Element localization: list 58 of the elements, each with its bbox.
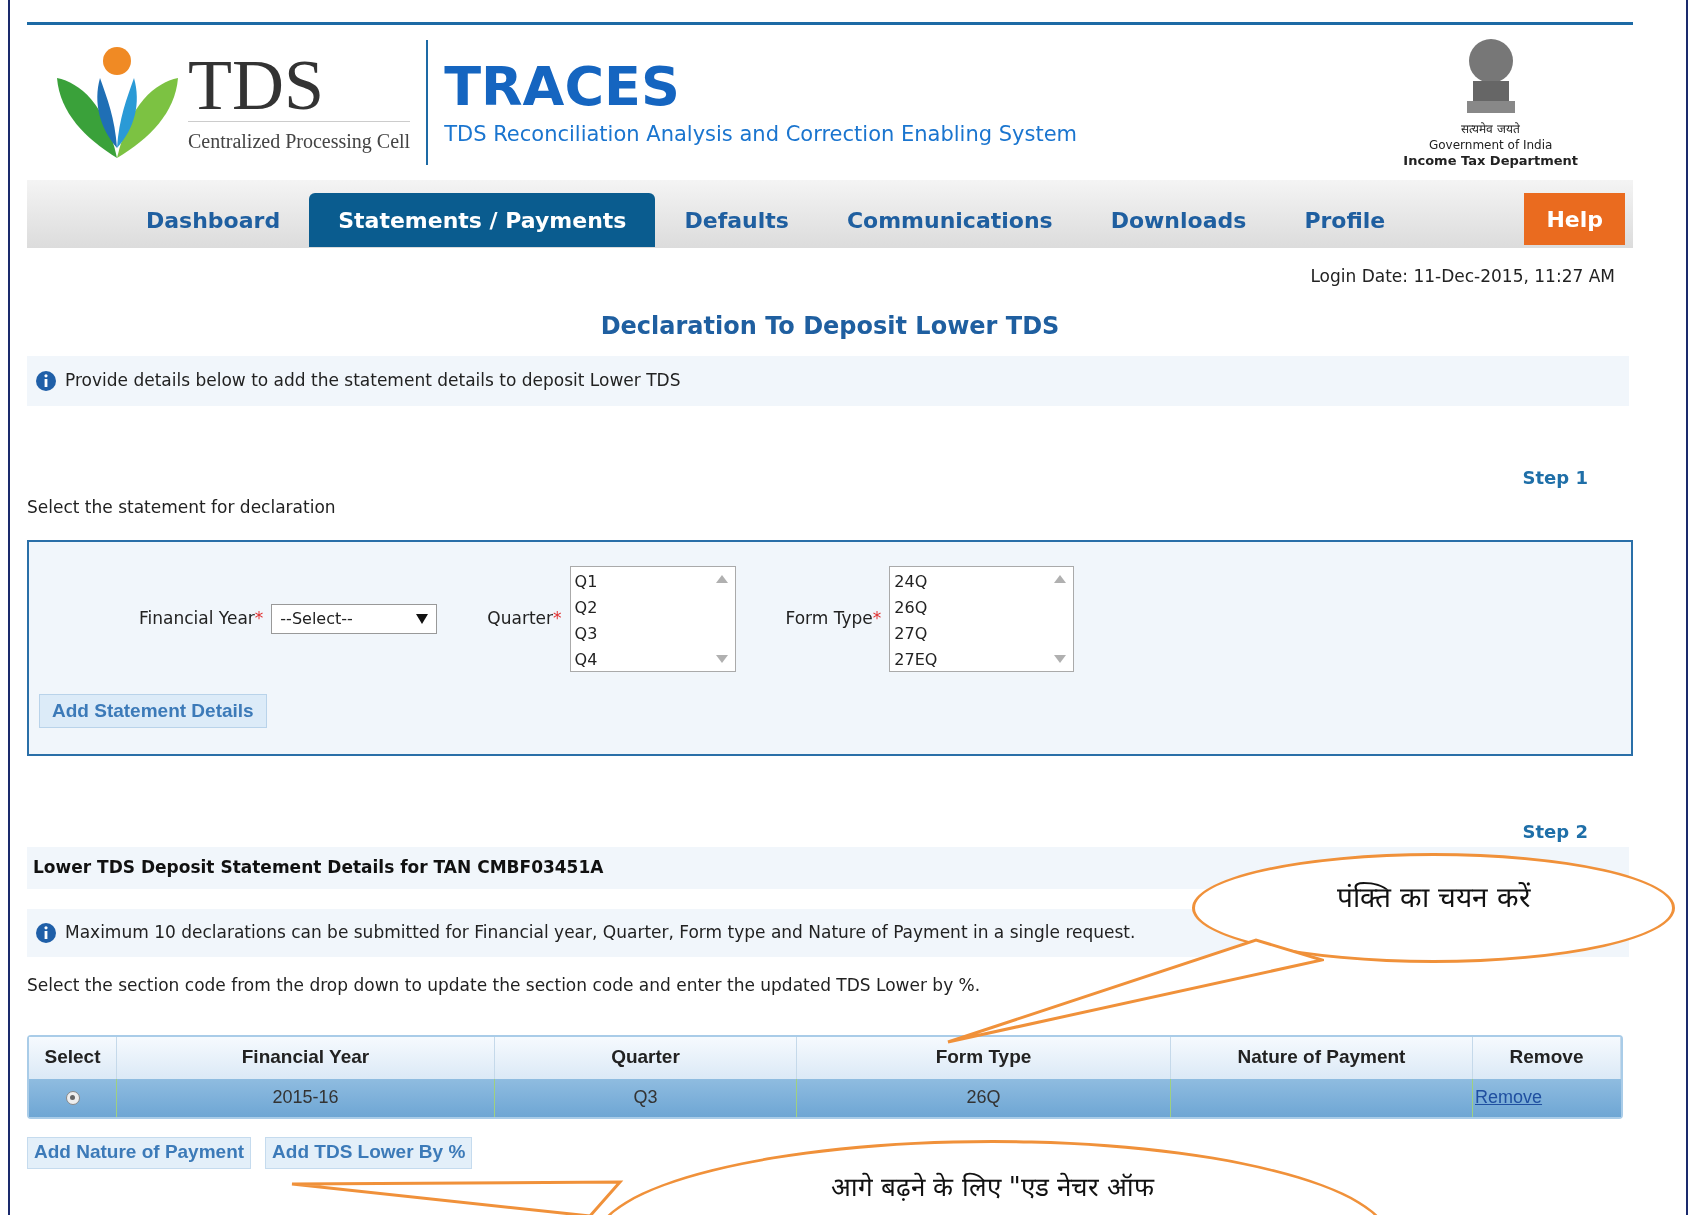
instruction-text: Select the section code from the drop down to update the section code and enter the updated TDS Lower by %. [27,975,981,995]
list-option[interactable]: Q2 [574,595,705,621]
scroll-down-icon[interactable] [715,655,728,663]
field-label: Quarter* [487,607,562,631]
list-box[interactable]: Q1 Q2 Q3 Q4 [569,566,736,672]
app-subtitle: TDS Reconciliation Analysis and Correction Enabling System [444,120,1078,148]
emblem-caption: सत्यमेव जयते [1461,121,1521,137]
action-button[interactable]: Add TDS Lower By % [265,1136,473,1169]
info-text: Provide details below to add the statement details to deposit Lower TDS [65,368,681,392]
list-option[interactable]: 27EQ [894,647,1044,673]
list-option[interactable]: 24Q [894,569,1044,595]
select-field[interactable]: --Select-- [271,604,438,634]
table-cell: 2015-16 [117,1078,495,1117]
nav-tab[interactable]: Profile [1275,193,1415,247]
table-cell: Q3 [495,1078,797,1117]
instruction-text: Select the statement for declaration [27,496,336,517]
nav-tab[interactable]: Downloads [1081,193,1276,247]
list-option[interactable]: 27Q [894,621,1044,647]
list-box[interactable]: 24Q 26Q 27Q 27EQ [889,566,1075,672]
column-header: Financial Year [117,1036,495,1079]
table-row[interactable]: 2015-16 Q3 26Q Remove [29,1078,1621,1117]
radio-button[interactable] [65,1090,80,1105]
callout-text: पंक्ति का चयन करें [1337,880,1530,916]
table-cell: 26Q [797,1078,1171,1117]
page-title: Declaration To Deposit Lower TDS [600,310,1060,342]
nav-tab[interactable]: Defaults [655,193,818,247]
info-icon [35,369,57,392]
list-option[interactable]: Q1 [574,569,705,595]
column-header: Select [29,1036,117,1079]
column-header: Remove [1473,1036,1621,1079]
nav-tab[interactable]: Communications [817,193,1082,247]
logo-text: TDS [188,49,326,121]
nav-tab[interactable]: Dashboard [117,193,310,247]
scroll-down-icon[interactable] [1054,655,1067,663]
step-label: Step 1 [1522,465,1588,490]
emblem-caption: Income Tax Department [1403,153,1578,169]
add-statement-details-button[interactable]: Add Statement Details [39,694,267,728]
column-header: Nature of Payment [1171,1036,1473,1079]
app-title: TRACES [444,54,681,119]
scroll-up-icon[interactable] [715,575,728,583]
list-option[interactable]: Q4 [574,647,705,673]
list-option[interactable]: Q3 [574,621,705,647]
scroll-up-icon[interactable] [1054,575,1067,583]
emblem-caption: Government of India [1428,137,1553,153]
field-label: Form Type* [785,607,882,631]
info-icon [35,922,57,944]
list-option[interactable]: 26Q [894,595,1044,621]
column-header: Quarter [495,1036,797,1079]
section-title: Lower TDS Deposit Statement Details for TAN CMBF03451A [33,856,604,880]
action-button[interactable]: Add Nature of Payment [27,1136,252,1169]
field-label: Financial Year* [139,607,264,631]
info-text: Maximum 10 declarations can be submitted for Financial year, Quarter, Form type and Nature of Payment in a single request. [65,921,1136,945]
logo-subtitle: Centralized Processing Cell [188,121,411,156]
callout-text: आगे बढ़ने के लिए "एड नेचर ऑफ [830,1173,1155,1204]
login-date: Login Date: 11-Dec-2015, 11:27 AM [1310,265,1615,288]
step-label: Step 2 [1522,820,1588,844]
dropdown-arrow-icon [416,614,429,624]
nav-tab[interactable]: Statements / Payments [309,193,656,247]
